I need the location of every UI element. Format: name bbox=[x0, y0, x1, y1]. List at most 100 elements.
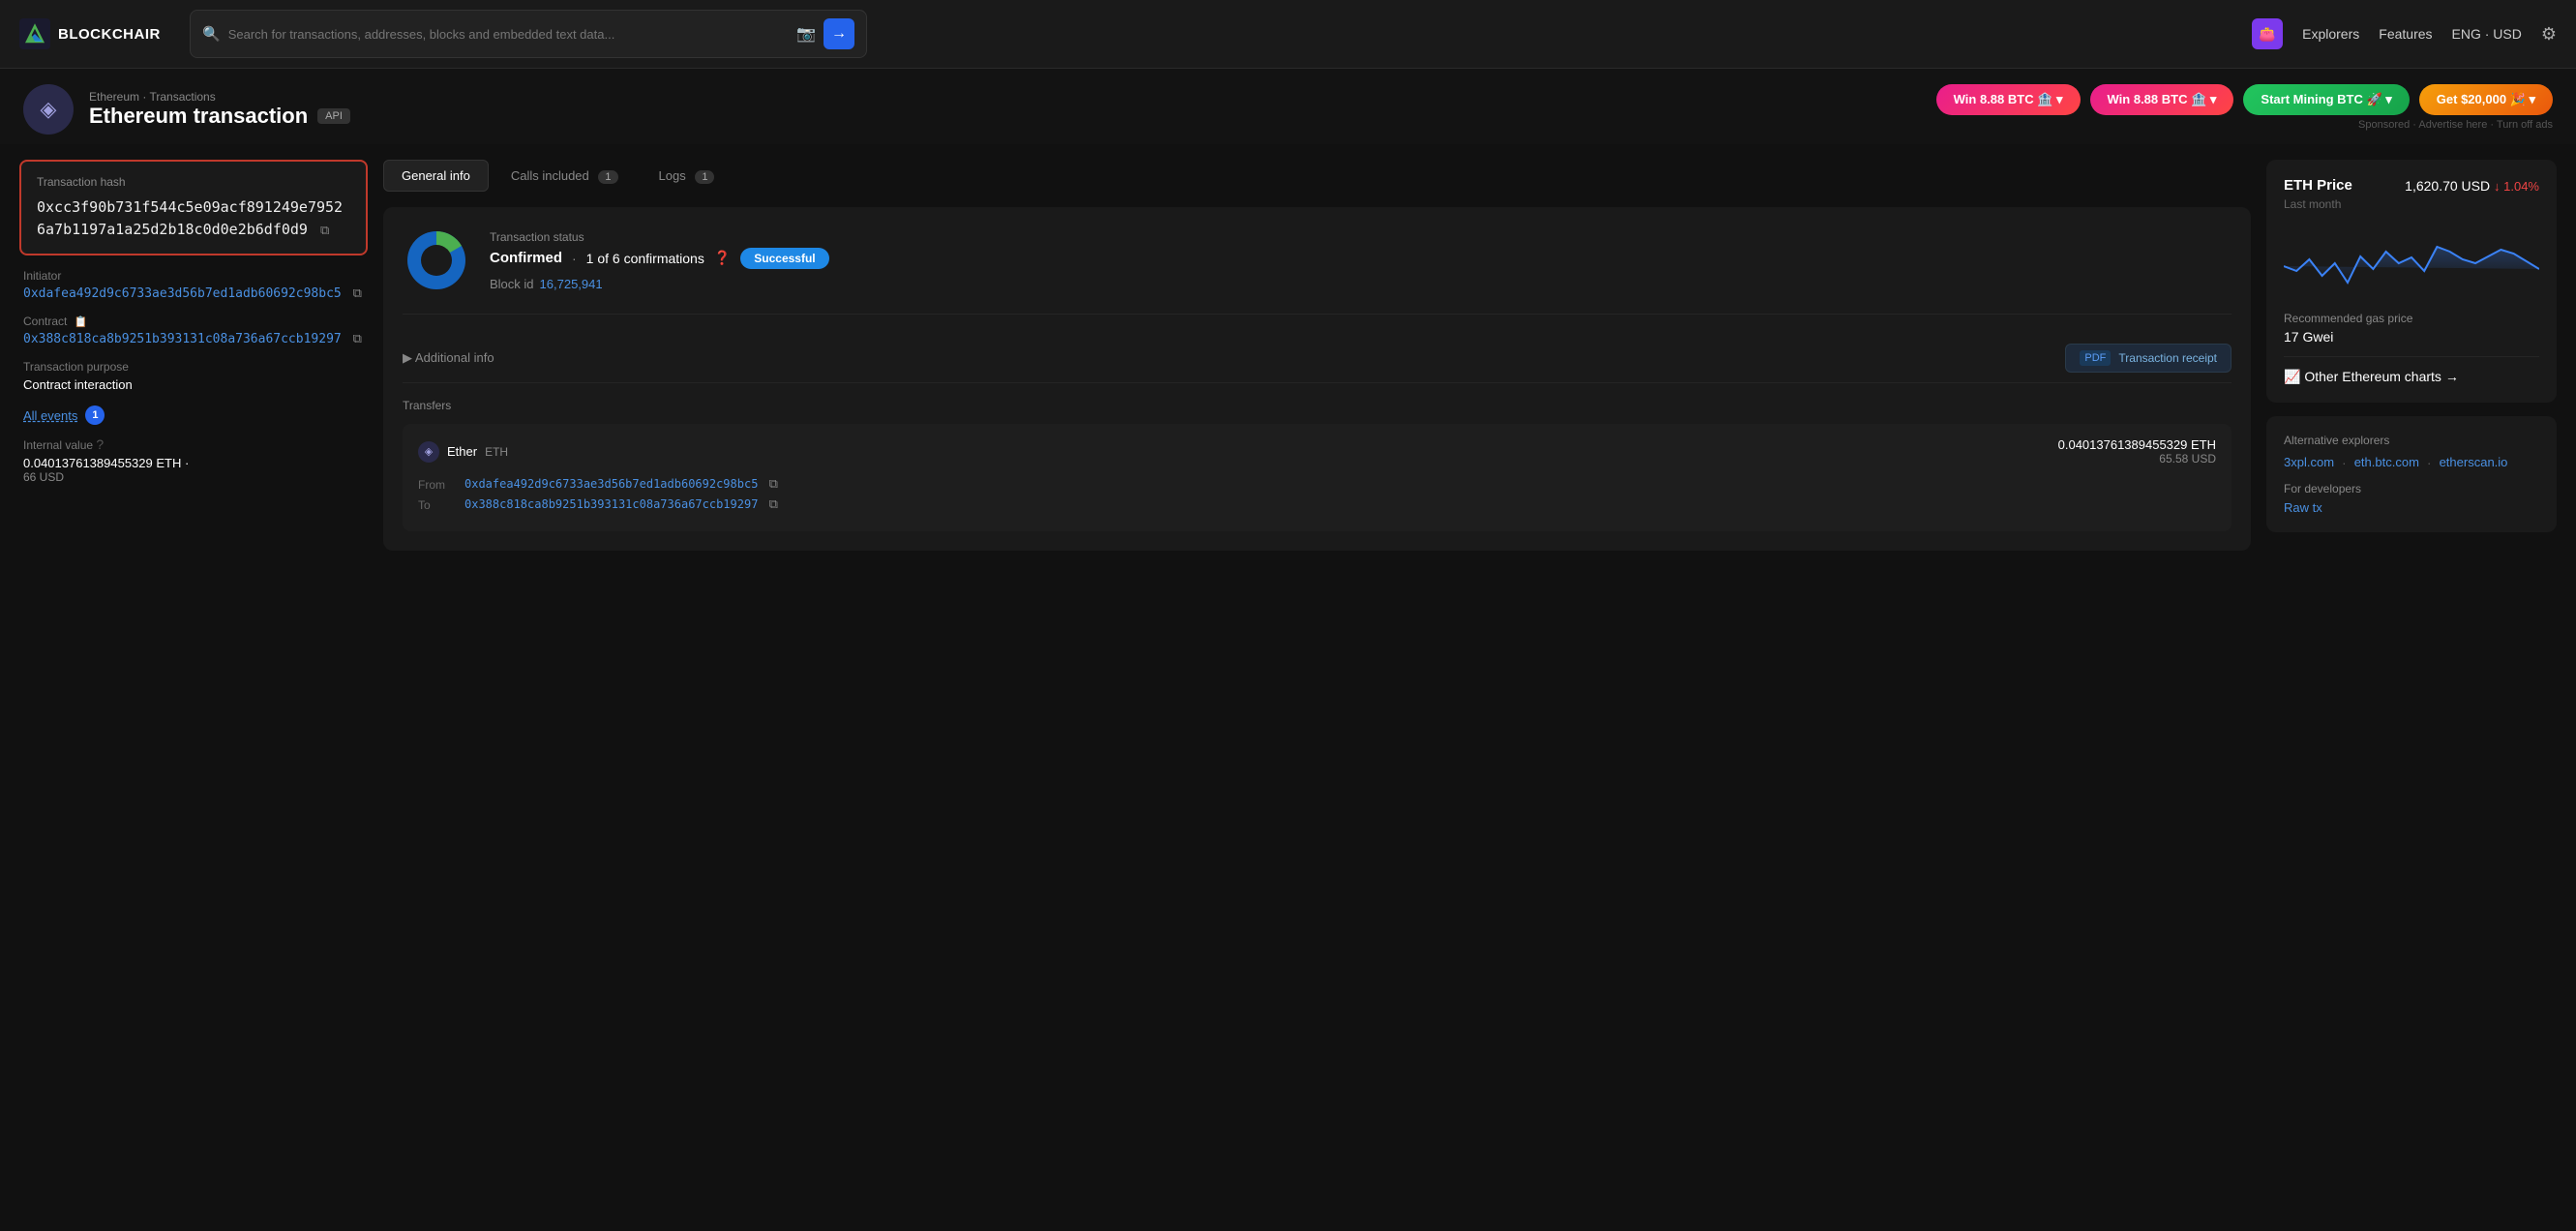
tx-purpose-value: Contract interaction bbox=[23, 377, 364, 392]
initiator-row: Initiator 0xdafea492d9c6733ae3d56b7ed1ad… bbox=[19, 269, 368, 301]
alt-link-3xpl[interactable]: 3xpl.com bbox=[2284, 455, 2334, 470]
promo-btn-4[interactable]: Get $20,000 🎉 ▾ bbox=[2419, 84, 2553, 115]
logo-text: BLOCKCHAIR bbox=[58, 26, 161, 43]
page-title-text: Ethereum · Transactions Ethereum transac… bbox=[89, 90, 350, 129]
tab-calls-included[interactable]: Calls included 1 bbox=[493, 160, 637, 192]
alt-explorers-label: Alternative explorers bbox=[2284, 434, 2539, 447]
contract-row: Contract 📋 0x388c818ca8b9251b393131c08a7… bbox=[19, 315, 368, 346]
pdf-receipt-button[interactable]: PDF Transaction receipt bbox=[2065, 344, 2232, 373]
other-charts-link[interactable]: 📈 Other Ethereum charts → bbox=[2284, 356, 2539, 385]
nav-lang-currency[interactable]: ENG · USD bbox=[2452, 26, 2522, 42]
pdf-receipt-label: Transaction receipt bbox=[2118, 351, 2217, 365]
header-right: 👛 Explorers Features ENG · USD ⚙ bbox=[2252, 18, 2557, 49]
eth-price-chart bbox=[2284, 223, 2539, 300]
from-label: From bbox=[418, 478, 457, 492]
transfers-section: Transfers ◈ Ether ETH 0.0401376138945532… bbox=[403, 399, 2232, 531]
contract-copy-icon[interactable]: ⧉ bbox=[353, 332, 362, 346]
right-panel: ETH Price 1,620.70 USD ↓ 1.04% Last mont… bbox=[2266, 160, 2557, 551]
logo-area: BLOCKCHAIR bbox=[19, 18, 174, 49]
page-title-area: ◈ Ethereum · Transactions Ethereum trans… bbox=[23, 84, 350, 135]
nav-explorers[interactable]: Explorers bbox=[2302, 26, 2359, 42]
transfers-label: Transfers bbox=[403, 399, 2232, 412]
raw-tx-link[interactable]: Raw tx bbox=[2284, 500, 2322, 515]
from-address[interactable]: 0xdafea492d9c6733ae3d56b7ed1adb60692c98b… bbox=[464, 477, 778, 492]
transfer-item: ◈ Ether ETH 0.04013761389455329 ETH 65.5… bbox=[403, 424, 2232, 531]
additional-info-toggle[interactable]: ▶ Additional info bbox=[403, 350, 494, 366]
alt-link-etherscan[interactable]: etherscan.io bbox=[2440, 455, 2508, 470]
confirmations-help-icon[interactable]: ❓ bbox=[714, 250, 731, 266]
alt-link-ethbtc[interactable]: eth.btc.com bbox=[2354, 455, 2419, 470]
pdf-icon: PDF bbox=[2080, 350, 2111, 366]
settings-icon[interactable]: ⚙ bbox=[2541, 24, 2557, 45]
header: BLOCKCHAIR 🔍 📷 → 👛 Explorers Features EN… bbox=[0, 0, 2576, 69]
all-events-row: All events 1 bbox=[19, 405, 368, 425]
search-input[interactable] bbox=[228, 27, 789, 42]
price-change: ↓ 1.04% bbox=[2494, 179, 2539, 194]
gas-section: Recommended gas price 17 Gwei bbox=[2284, 312, 2539, 345]
separator-1: · bbox=[2342, 455, 2347, 470]
internal-value: 0.04013761389455329 ETH · bbox=[23, 456, 364, 470]
block-id-value[interactable]: 16,725,941 bbox=[540, 277, 603, 291]
success-badge: Successful bbox=[740, 248, 828, 269]
promo-btn-3[interactable]: Start Mining BTC 🚀 ▾ bbox=[2243, 84, 2409, 115]
eth-price-title: ETH Price bbox=[2284, 177, 2352, 194]
status-main: Confirmed · 1 of 6 confirmations ❓ Succe… bbox=[490, 248, 829, 269]
internal-value-row: Internal value ? 0.04013761389455329 ETH… bbox=[19, 436, 368, 484]
alt-links: 3xpl.com · eth.btc.com · etherscan.io bbox=[2284, 455, 2539, 470]
initiator-copy-icon[interactable]: ⧉ bbox=[353, 286, 362, 301]
to-address[interactable]: 0x388c818ca8b9251b393131c08a736a67ccb192… bbox=[464, 497, 778, 512]
wallet-button[interactable]: 👛 bbox=[2252, 18, 2283, 49]
calls-included-count: 1 bbox=[598, 170, 617, 184]
initiator-label: Initiator bbox=[23, 269, 364, 283]
eth-price-value: 1,620.70 USD bbox=[2405, 178, 2490, 194]
tx-purpose-row: Transaction purpose Contract interaction bbox=[19, 360, 368, 392]
block-id-label: Block id bbox=[490, 277, 534, 291]
contract-value[interactable]: 0x388c818ca8b9251b393131c08a736a67ccb192… bbox=[23, 332, 364, 346]
main-layout: Transaction hash 0xcc3f90b731f544c5e09ac… bbox=[0, 144, 2576, 566]
initiator-value[interactable]: 0xdafea492d9c6733ae3d56b7ed1adb60692c98b… bbox=[23, 286, 364, 301]
promo-btn-2[interactable]: Win 8.88 BTC 🏦 ▾ bbox=[2090, 84, 2234, 115]
page-title: Ethereum transaction API bbox=[89, 104, 350, 129]
tabs-row: General info Calls included 1 Logs 1 bbox=[383, 160, 2251, 192]
nav-features[interactable]: Features bbox=[2379, 26, 2432, 42]
token-name: Ether bbox=[447, 444, 477, 459]
center-panel: General info Calls included 1 Logs 1 bbox=[383, 160, 2251, 551]
camera-icon[interactable]: 📷 bbox=[796, 24, 816, 44]
logs-count: 1 bbox=[695, 170, 714, 184]
block-id-row: Block id 16,725,941 bbox=[490, 277, 829, 291]
search-icon: 🔍 bbox=[202, 25, 221, 43]
status-label: Transaction status bbox=[490, 230, 829, 244]
transfer-to-row: To 0x388c818ca8b9251b393131c08a736a67ccb… bbox=[418, 497, 2216, 512]
transfer-header: ◈ Ether ETH 0.04013761389455329 ETH 65.5… bbox=[418, 437, 2216, 465]
eth-price-card: ETH Price 1,620.70 USD ↓ 1.04% Last mont… bbox=[2266, 160, 2557, 403]
all-events-link[interactable]: All events bbox=[23, 408, 77, 423]
internal-value-usd: 66 USD bbox=[23, 470, 364, 484]
from-copy-icon[interactable]: ⧉ bbox=[769, 477, 778, 492]
status-section: Transaction status Confirmed · 1 of 6 co… bbox=[403, 226, 2232, 315]
to-copy-icon[interactable]: ⧉ bbox=[769, 497, 778, 512]
eth-logo-circle: ◈ bbox=[23, 84, 74, 135]
token-symbol: ETH bbox=[485, 445, 508, 459]
tx-hash-box: Transaction hash 0xcc3f90b731f544c5e09ac… bbox=[19, 160, 368, 255]
search-button[interactable]: → bbox=[824, 18, 854, 49]
search-bar: 🔍 📷 → bbox=[190, 10, 867, 58]
tab-logs[interactable]: Logs 1 bbox=[641, 160, 734, 192]
contract-label: Contract 📋 bbox=[23, 315, 364, 328]
confirmed-text: Confirmed bbox=[490, 250, 562, 266]
internal-value-help-icon[interactable]: ? bbox=[96, 436, 104, 452]
tab-general-info[interactable]: General info bbox=[383, 160, 489, 192]
transfer-from-row: From 0xdafea492d9c6733ae3d56b7ed1adb6069… bbox=[418, 477, 2216, 492]
tx-hash-copy-icon[interactable]: ⧉ bbox=[320, 222, 329, 241]
to-label: To bbox=[418, 498, 457, 512]
tx-purpose-label: Transaction purpose bbox=[23, 360, 364, 374]
confirmations-text: 1 of 6 confirmations bbox=[586, 251, 704, 266]
promo-buttons: Win 8.88 BTC 🏦 ▾ Win 8.88 BTC 🏦 ▾ Start … bbox=[1936, 84, 2553, 115]
left-panel: Transaction hash 0xcc3f90b731f544c5e09ac… bbox=[19, 160, 368, 551]
internal-value-label: Internal value ? bbox=[23, 436, 364, 452]
promo-btn-1[interactable]: Win 8.88 BTC 🏦 ▾ bbox=[1936, 84, 2081, 115]
separator-2: · bbox=[2427, 455, 2432, 470]
api-badge[interactable]: API bbox=[317, 108, 350, 124]
transfer-token: ◈ Ether ETH bbox=[418, 441, 508, 463]
gas-value: 17 Gwei bbox=[2284, 329, 2539, 345]
blockchair-logo-icon[interactable] bbox=[19, 18, 50, 49]
